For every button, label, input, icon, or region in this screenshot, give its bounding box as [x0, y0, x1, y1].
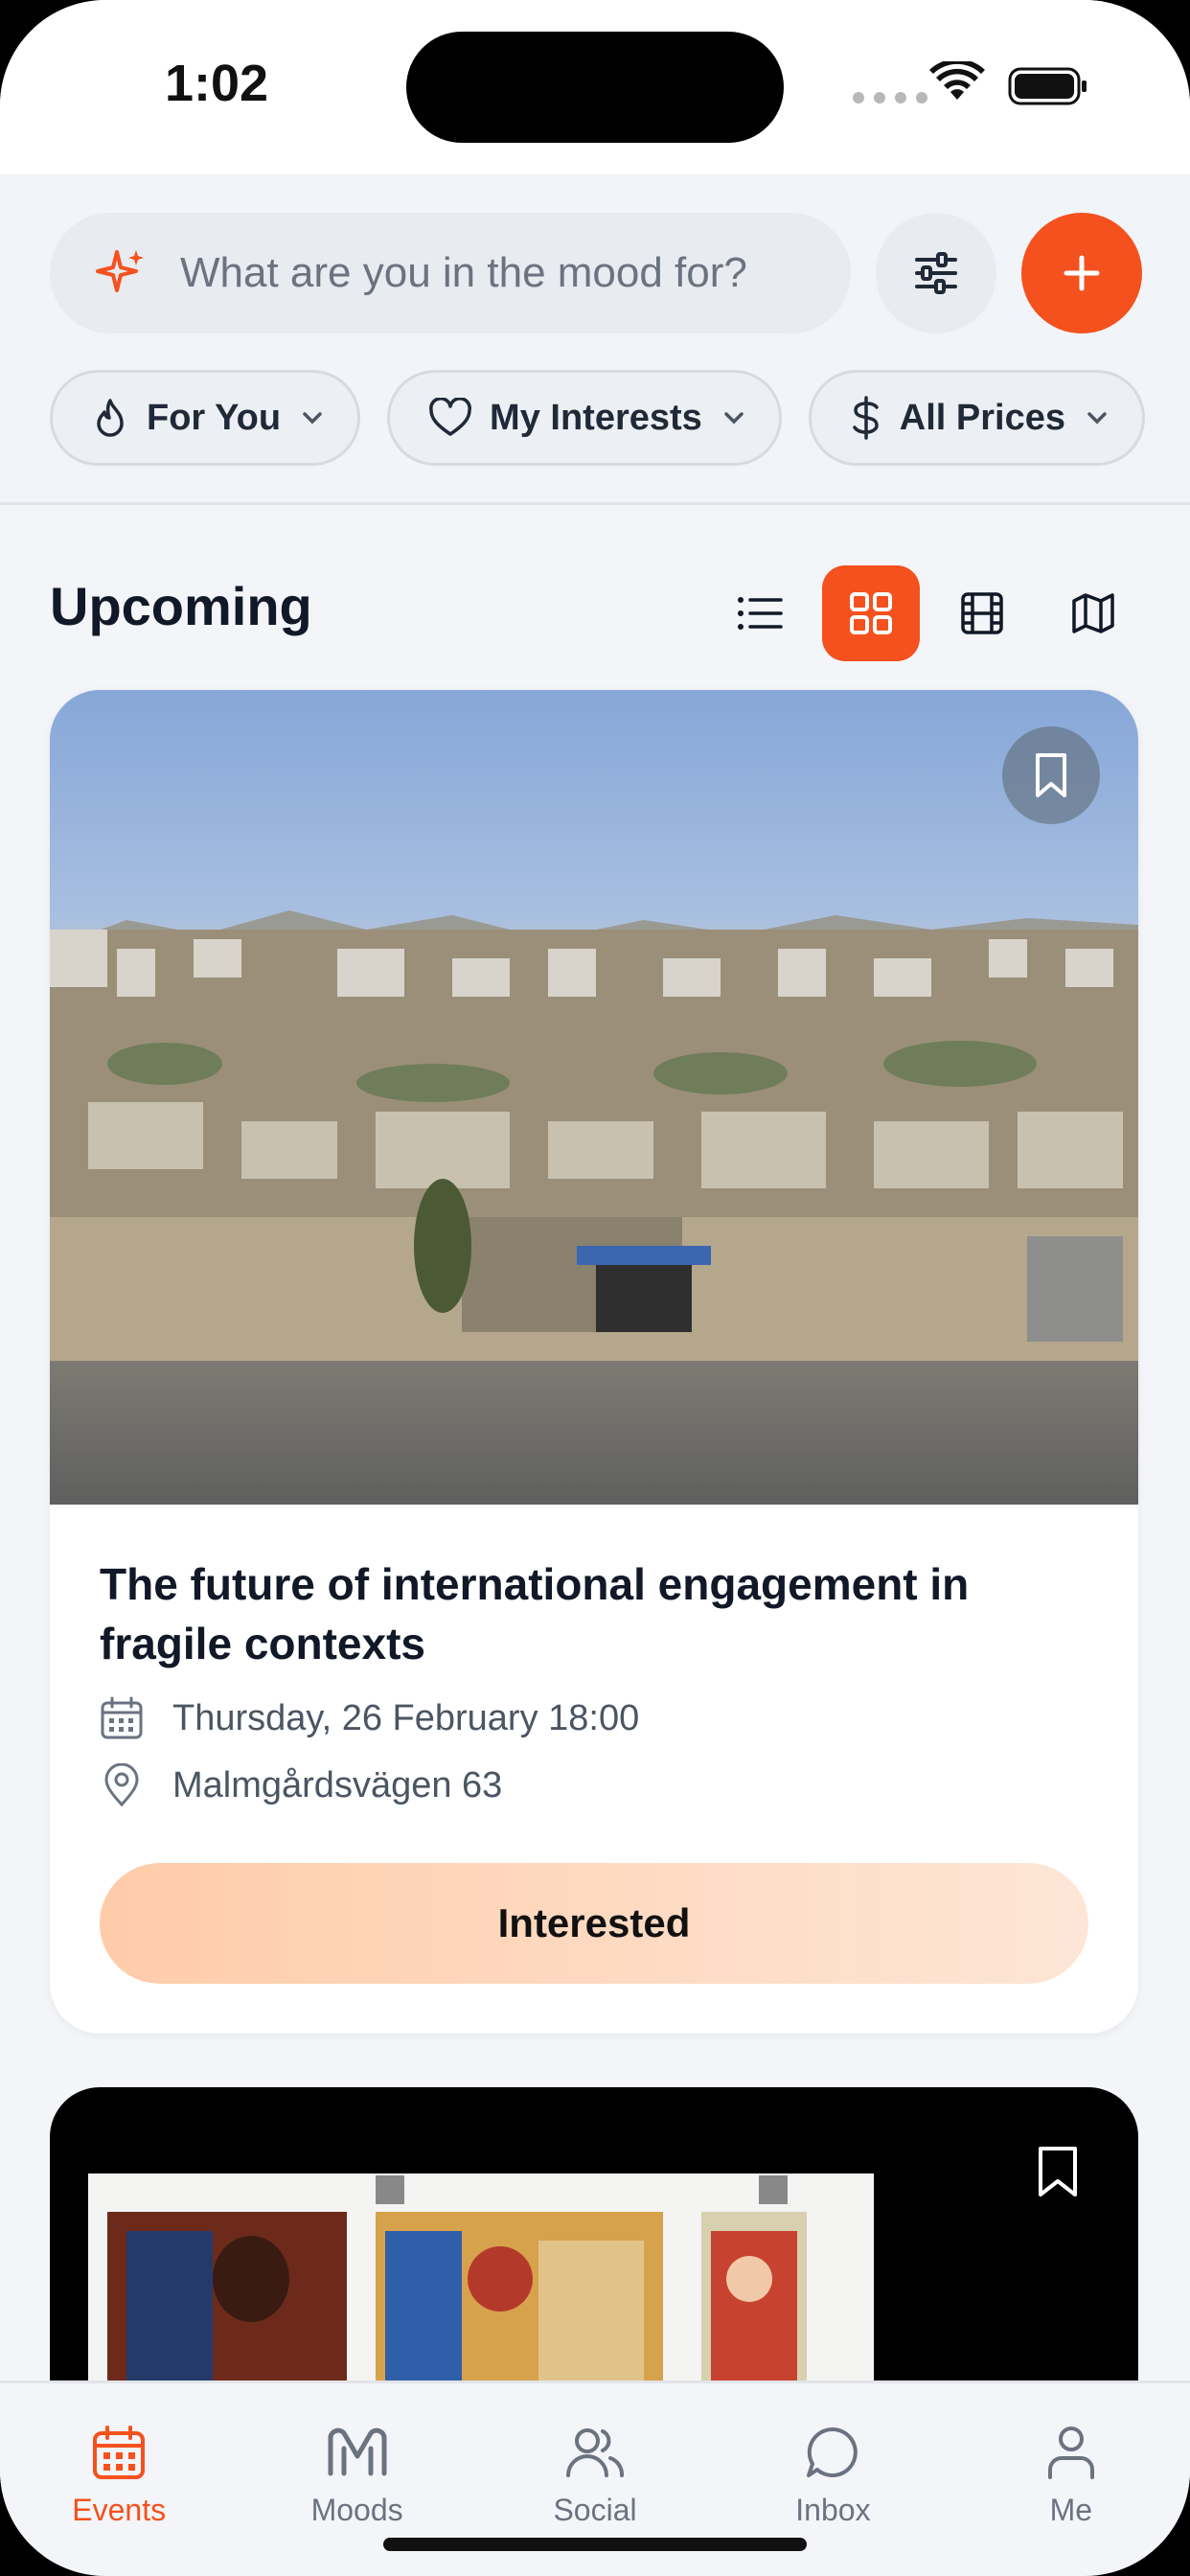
chat-icon	[807, 2426, 858, 2477]
tab-label: Inbox	[795, 2493, 871, 2527]
calendar-icon	[101, 1696, 143, 1739]
sliders-icon	[915, 252, 957, 294]
app-screen: 1:02 What are you in the mood for? For Y…	[0, 0, 1190, 2576]
event-date-row: Thursday, 26 February 18:00	[100, 1696, 1096, 1740]
road	[50, 1361, 1138, 1505]
film-icon	[961, 592, 1003, 634]
view-mode-switcher	[711, 565, 1142, 661]
plus-icon	[1064, 255, 1100, 291]
list-view-button[interactable]	[711, 565, 809, 661]
signal-icon	[853, 92, 927, 104]
users-icon	[566, 2428, 625, 2477]
tab-label: Events	[72, 2493, 167, 2527]
event-image-paintings	[88, 2174, 874, 2384]
wifi-icon	[929, 61, 985, 100]
heart-icon	[429, 398, 471, 436]
event-card[interactable]: The future of international engagement i…	[50, 690, 1138, 2034]
event-details: The future of international engagement i…	[100, 1554, 1096, 1807]
tab-me[interactable]: Me	[952, 2383, 1190, 2576]
filter-chips: For You My Interests All Prices	[50, 370, 1146, 466]
list-icon	[738, 597, 783, 630]
dollar-icon	[853, 396, 879, 440]
moods-icon	[328, 2427, 387, 2476]
chevron-down-icon	[724, 412, 744, 425]
search-placeholder: What are you in the mood for?	[180, 249, 747, 296]
home-indicator[interactable]	[383, 2538, 807, 2551]
dynamic-island	[406, 32, 784, 143]
chip-label: For You	[147, 397, 282, 438]
map-icon	[1072, 593, 1114, 633]
add-event-button[interactable]	[1021, 213, 1142, 334]
status-bar: 1:02	[0, 0, 1190, 174]
event-location: Malmgårdsvägen 63	[172, 1764, 503, 1806]
location-pin-icon	[104, 1763, 139, 1807]
chip-label: My Interests	[490, 397, 702, 438]
section-header: Upcoming	[50, 565, 1142, 661]
search-input[interactable]: What are you in the mood for?	[50, 213, 851, 334]
map-view-button[interactable]	[1044, 565, 1142, 661]
tab-label: Moods	[310, 2493, 403, 2527]
tab-label: Social	[553, 2493, 637, 2527]
grid-icon	[850, 592, 892, 634]
my-interests-filter[interactable]: My Interests	[387, 370, 782, 466]
event-image	[50, 690, 1138, 1505]
tab-label: Me	[1049, 2493, 1093, 2527]
chevron-down-icon	[1087, 412, 1107, 425]
bookmark-icon	[1036, 753, 1066, 797]
event-location-row: Malmgårdsvägen 63	[100, 1763, 1096, 1807]
phone-frame: 1:02 What are you in the mood for? For Y…	[0, 0, 1190, 2576]
bookmark-icon[interactable]	[1035, 2145, 1081, 2198]
for-you-filter[interactable]: For You	[50, 370, 361, 466]
battery-icon	[1008, 67, 1087, 105]
status-time: 1:02	[165, 55, 269, 112]
interested-button[interactable]: Interested	[100, 1863, 1088, 1984]
search-header: What are you in the mood for? For You My…	[0, 174, 1190, 505]
filter-button[interactable]	[876, 213, 996, 334]
flame-icon	[97, 399, 124, 437]
tab-events[interactable]: Events	[0, 2383, 238, 2576]
section-title: Upcoming	[50, 576, 312, 636]
event-title: The future of international engagement i…	[100, 1559, 970, 1668]
film-view-button[interactable]	[933, 565, 1031, 661]
event-date: Thursday, 26 February 18:00	[172, 1697, 640, 1738]
all-prices-filter[interactable]: All Prices	[808, 370, 1146, 466]
chip-label: All Prices	[899, 397, 1066, 438]
calendar-icon	[93, 2426, 146, 2479]
sparkle-icon	[96, 250, 144, 292]
grid-view-button[interactable]	[822, 565, 920, 661]
chevron-down-icon	[303, 412, 322, 425]
user-icon	[1047, 2426, 1094, 2479]
city-illustration	[50, 930, 1138, 1361]
bookmark-button[interactable]	[1002, 726, 1100, 824]
